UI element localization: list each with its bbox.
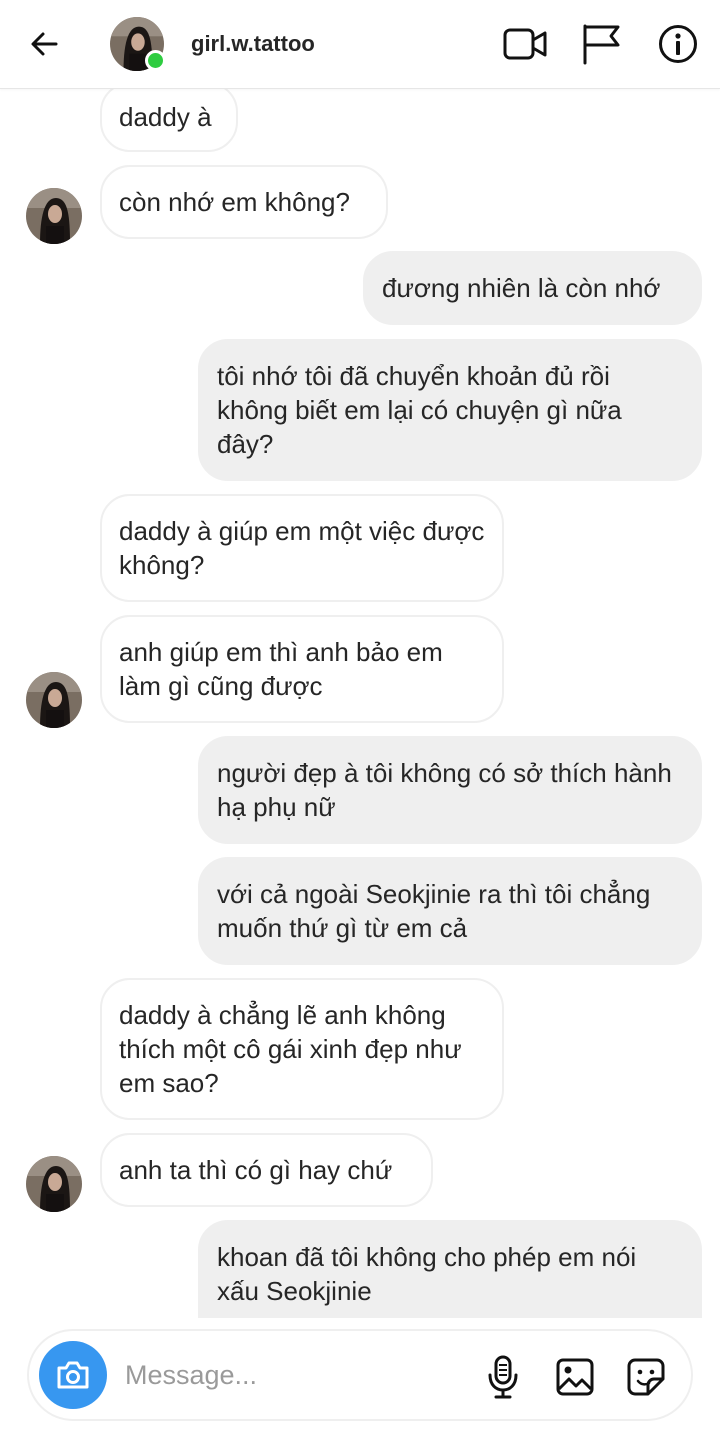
report-button[interactable] [577,20,625,68]
message-text: anh giúp em thì anh bảo em làm gì cũng đ… [119,637,443,701]
message-text: daddy à giúp em một việc được không? [119,516,485,580]
camera-button[interactable] [39,1341,107,1409]
camera-icon [57,1361,89,1389]
message-bubble[interactable]: khoan đã tôi không cho phép em nói xấu S… [198,1220,702,1318]
message-bubble[interactable]: tôi nhớ tôi đã chuyển khoản đủ rồi không… [198,339,702,481]
back-button[interactable] [22,22,66,66]
contact-username[interactable]: girl.w.tattoo [191,31,315,57]
message-bubble[interactable]: còn nhớ em không? [100,165,388,239]
message-text: người đẹp à tôi không có sở thích hành h… [217,758,672,822]
message-text: daddy à chẳng lẽ anh không thích một cô … [119,1000,462,1098]
sticker-icon [627,1358,665,1396]
direct-message-screen: daddy à còn nhớ em không? đương nhiên là… [0,0,720,1439]
message-text: đương nhiên là còn nhớ [382,273,661,303]
chat-header: girl.w.tattoo [0,0,720,89]
message-text: tôi nhớ tôi đã chuyển khoản đủ rồi không… [217,361,622,459]
message-bubble[interactable]: anh ta thì có gì hay chứ [100,1133,433,1207]
message-input[interactable] [125,1353,455,1397]
message-composer [27,1329,693,1421]
gallery-icon [556,1358,594,1396]
message-text: khoan đã tôi không cho phép em nói xấu S… [217,1242,637,1306]
sender-avatar[interactable] [26,1156,82,1212]
sender-avatar[interactable] [26,188,82,244]
message-text: anh ta thì có gì hay chứ [119,1155,393,1185]
contact-avatar[interactable] [110,17,166,71]
message-bubble[interactable]: daddy à chẳng lẽ anh không thích một cô … [100,978,504,1120]
message-bubble[interactable]: daddy à giúp em một việc được không? [100,494,504,602]
sender-avatar[interactable] [26,672,82,728]
message-bubble[interactable]: người đẹp à tôi không có sở thích hành h… [198,736,702,844]
message-thread[interactable]: daddy à còn nhớ em không? đương nhiên là… [0,0,720,1318]
message-text: còn nhớ em không? [119,187,350,217]
info-icon [659,25,697,63]
info-button[interactable] [654,20,702,68]
video-call-button[interactable] [501,20,549,68]
sticker-button[interactable] [622,1353,670,1401]
voice-message-button[interactable] [479,1353,527,1401]
microphone-icon [488,1355,518,1399]
gallery-button[interactable] [551,1353,599,1401]
video-call-icon [503,28,547,60]
message-bubble[interactable]: daddy à [100,82,238,152]
back-arrow-icon [31,32,58,56]
message-bubble[interactable]: với cả ngoài Seokjinie ra thì tôi chẳng … [198,857,702,965]
message-bubble[interactable]: anh giúp em thì anh bảo em làm gì cũng đ… [100,615,504,723]
message-bubble[interactable]: đương nhiên là còn nhớ [363,251,702,325]
message-text: daddy à [119,102,212,132]
message-text: với cả ngoài Seokjinie ra thì tôi chẳng … [217,879,651,943]
flag-icon [583,24,620,65]
online-status-dot [145,50,166,71]
